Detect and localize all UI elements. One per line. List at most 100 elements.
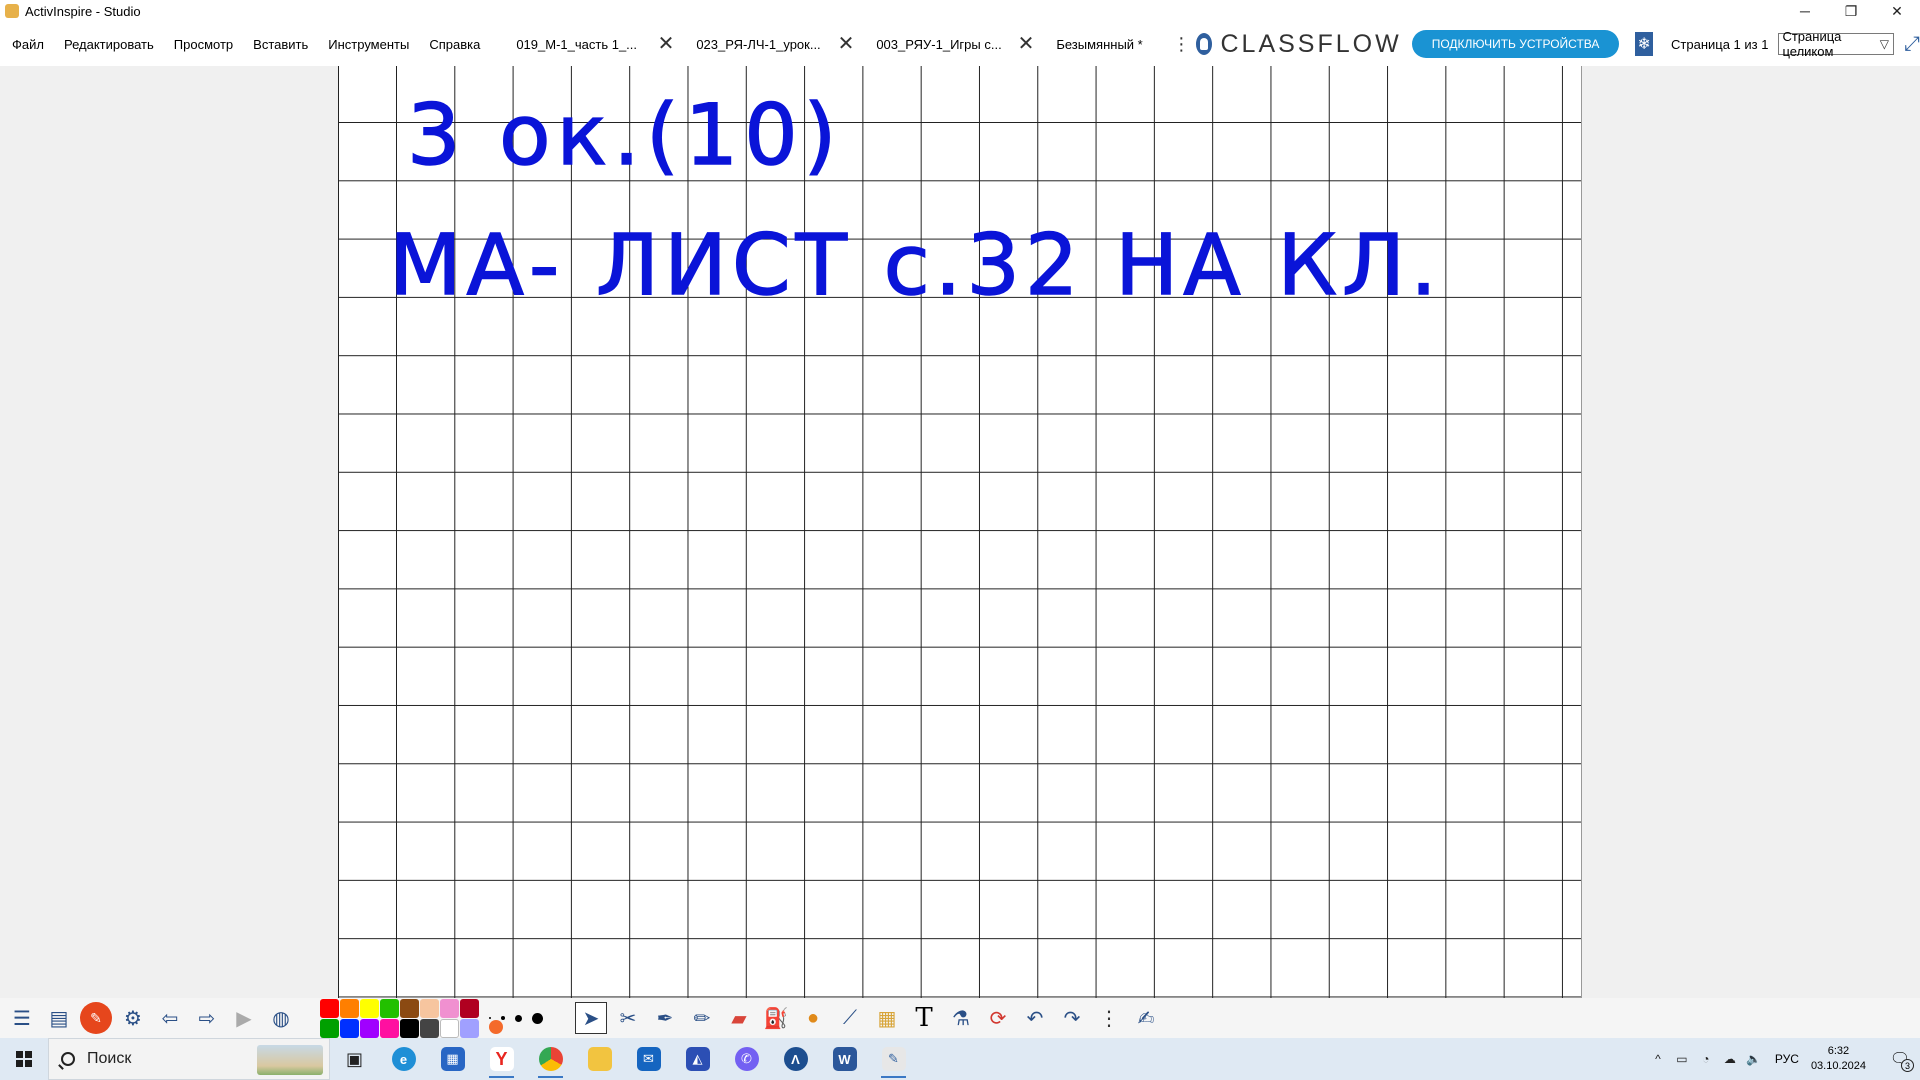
next-page-icon[interactable]: ⇨	[191, 1002, 223, 1034]
tab-document-2[interactable]: 023_РЯ-ЛЧ-1_урок... ✕	[684, 22, 864, 66]
tab-document-1[interactable]: 019_М-1_часть 1_... ✕	[504, 22, 684, 66]
more-tools-icon[interactable]: ⋮	[1093, 1002, 1125, 1034]
classflow-brand: CLASSFLOW	[1220, 29, 1402, 58]
color-swatch-12[interactable]	[380, 1018, 399, 1038]
activinspire-taskbar-icon[interactable]: ✎	[869, 1038, 918, 1080]
device-icon[interactable]: ▭	[1671, 1052, 1693, 1066]
color-swatch-14[interactable]	[420, 1018, 439, 1038]
zoom-app-icon[interactable]: ◭	[673, 1038, 722, 1080]
handwriting-line-1[interactable]: 3 ок.(10)	[406, 85, 842, 185]
redo-icon[interactable]: ↷	[1056, 1002, 1088, 1034]
word-icon[interactable]: W	[820, 1038, 869, 1080]
close-window-button[interactable]: ✕	[1874, 0, 1920, 22]
stop-icon[interactable]: ✎	[80, 1002, 112, 1034]
color-swatch-13[interactable]	[400, 1018, 419, 1038]
previous-page-icon[interactable]: ⇦	[154, 1002, 186, 1034]
zoom-select[interactable]: Страница целиком ▽	[1778, 29, 1894, 59]
tools-icon[interactable]: ✂	[612, 1002, 644, 1034]
chevron-up-icon[interactable]: ^	[1647, 1052, 1669, 1066]
width-dot-4[interactable]	[532, 1013, 543, 1024]
title-bar: ActivInspire - Studio ─ ❐ ✕	[0, 0, 1920, 22]
play-icon[interactable]: ▶	[228, 1002, 260, 1034]
task-view-icon[interactable]: ▣	[330, 1038, 379, 1080]
menu-file[interactable]: Файл	[0, 22, 54, 66]
color-swatch-2[interactable]	[340, 998, 359, 1018]
language-indicator[interactable]: РУС	[1775, 1052, 1799, 1066]
highlighter-icon[interactable]: ✏	[686, 1002, 718, 1034]
text-icon[interactable]: T	[908, 1002, 940, 1034]
chrome-icon[interactable]	[526, 1038, 575, 1080]
undo-icon[interactable]: ↶	[1019, 1002, 1051, 1034]
taskbar-search[interactable]: Поиск	[48, 1038, 330, 1080]
browsers-icon[interactable]: ▤	[43, 1002, 75, 1034]
dual-user-icon[interactable]: ❄	[1635, 32, 1654, 56]
color-swatch-7[interactable]	[440, 998, 459, 1018]
color-swatch-3[interactable]	[360, 998, 379, 1018]
width-dot-2[interactable]	[501, 1016, 505, 1020]
notification-icon[interactable]: 🗨 3	[1880, 1038, 1920, 1080]
menu-insert[interactable]: Вставить	[243, 22, 318, 66]
volume-icon[interactable]: 🔈	[1743, 1052, 1765, 1066]
windows-logo-icon	[16, 1051, 32, 1067]
minimize-button[interactable]: ─	[1782, 0, 1828, 22]
close-tab-icon[interactable]: ✕	[838, 34, 855, 54]
store-icon[interactable]: ▦	[428, 1038, 477, 1080]
pen-icon[interactable]: ✒	[649, 1002, 681, 1034]
close-tab-icon[interactable]: ✕	[1018, 34, 1035, 54]
connector-icon[interactable]: ⟋	[834, 1002, 866, 1034]
color-swatch-6[interactable]	[420, 998, 439, 1018]
activinspire-window: ActivInspire - Studio ─ ❐ ✕ Файл Редакти…	[0, 0, 1920, 1080]
mail-icon[interactable]: ✉	[624, 1038, 673, 1080]
yandex-browser-icon[interactable]: Y	[477, 1038, 526, 1080]
edge-icon[interactable]: e	[379, 1038, 428, 1080]
more-tabs-icon[interactable]: ⋮	[1172, 34, 1190, 55]
network-icon[interactable]: ◔	[1695, 1052, 1717, 1066]
tab-label: 023_РЯ-ЛЧ-1_урок...	[696, 36, 821, 52]
menu-bar: Файл Редактировать Просмотр Вставить Инс…	[0, 22, 1920, 66]
eraser-icon[interactable]: ▰	[723, 1002, 755, 1034]
main-menu-icon[interactable]: ☰	[6, 1002, 38, 1034]
fullscreen-icon[interactable]: ⤢	[1904, 33, 1920, 56]
file-explorer-icon[interactable]	[575, 1038, 624, 1080]
color-palette	[320, 998, 479, 1038]
width-dot-1[interactable]	[489, 1017, 491, 1019]
color-swatch-5[interactable]	[400, 998, 419, 1018]
flipchart-page[interactable]: 3 ок.(10) МА- ЛИСТ с.32 НА КЛ.	[338, 66, 1582, 998]
color-swatch-10[interactable]	[340, 1018, 359, 1038]
color-swatch-11[interactable]	[360, 1018, 379, 1038]
clock[interactable]: 6:32 03.10.2024	[1811, 1044, 1866, 1074]
width-slider-knob[interactable]	[489, 1020, 503, 1034]
select-icon[interactable]: ➤	[575, 1002, 607, 1034]
windows-taskbar: Поиск ▣ e ▦ Y ✉ ◭ ✆ Λ W ✎ ^ ▭ ◔ ☁ 🔈 РУС …	[0, 1038, 1920, 1080]
viber-icon[interactable]: ✆	[722, 1038, 771, 1080]
reset-icon[interactable]: ⟳	[982, 1002, 1014, 1034]
color-swatch-1[interactable]	[320, 998, 339, 1018]
handwriting-line-2[interactable]: МА- ЛИСТ с.32 НА КЛ.	[388, 215, 1442, 315]
tab-document-active[interactable]: Безымянный *	[1044, 22, 1172, 66]
globe-icon[interactable]: ◍	[265, 1002, 297, 1034]
shape-icon[interactable]: ●	[797, 1002, 829, 1034]
connect-devices-button[interactable]: ПОДКЛЮЧИТЬ УСТРОЙСТВА	[1411, 30, 1620, 58]
color-swatch-4[interactable]	[380, 998, 399, 1018]
menu-tools[interactable]: Инструменты	[318, 22, 419, 66]
settings-icon[interactable]: ⚙	[117, 1002, 149, 1034]
menu-help[interactable]: Справка	[419, 22, 490, 66]
magic-ink-icon[interactable]: ▦	[871, 1002, 903, 1034]
desk-icon[interactable]: ✍	[1130, 1002, 1162, 1034]
menu-view[interactable]: Просмотр	[164, 22, 243, 66]
color-swatch-16[interactable]	[460, 1018, 479, 1038]
start-button[interactable]	[0, 1038, 48, 1080]
fill-icon[interactable]: ⛽	[760, 1002, 792, 1034]
pen-width-picker[interactable]	[489, 1002, 561, 1034]
color-swatch-15[interactable]	[440, 1018, 459, 1038]
width-dot-3[interactable]	[515, 1015, 522, 1022]
onedrive-icon[interactable]: ☁	[1719, 1052, 1741, 1066]
app-icon[interactable]: Λ	[771, 1038, 820, 1080]
color-swatch-9[interactable]	[320, 1018, 339, 1038]
tab-document-3[interactable]: 003_РЯУ-1_Игры с... ✕	[864, 22, 1044, 66]
clear-icon[interactable]: ⚗	[945, 1002, 977, 1034]
color-swatch-8[interactable]	[460, 998, 479, 1018]
restore-button[interactable]: ❐	[1828, 0, 1874, 22]
menu-edit[interactable]: Редактировать	[54, 22, 164, 66]
close-tab-icon[interactable]: ✕	[658, 34, 675, 54]
